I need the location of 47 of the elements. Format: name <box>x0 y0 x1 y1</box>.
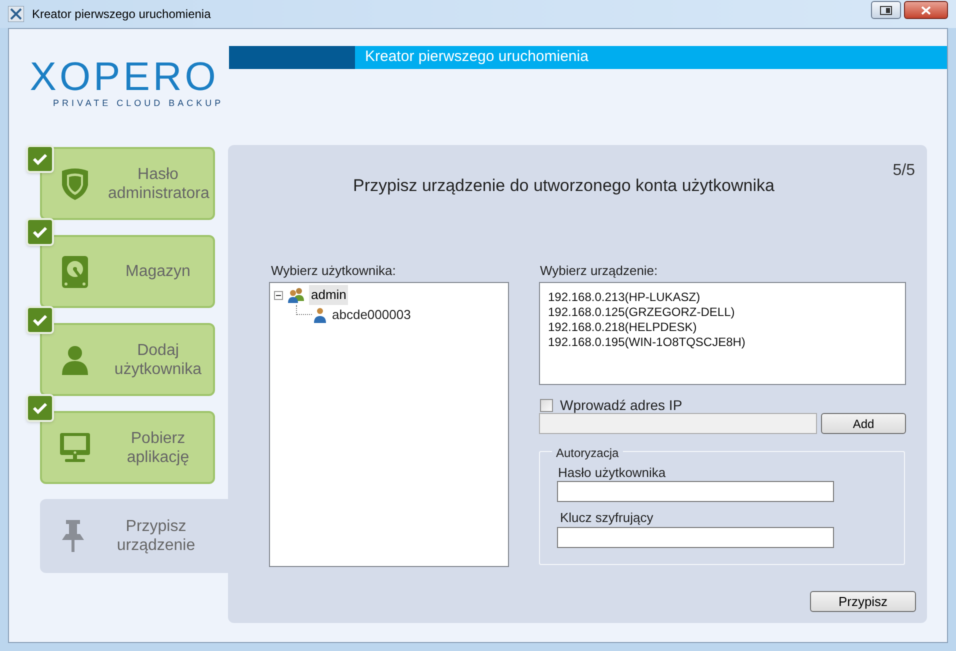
device-item[interactable]: 192.168.0.195(WIN-1O8TQSCJE8H) <box>548 335 746 350</box>
close-button[interactable] <box>904 1 948 19</box>
step-counter: 5/5 <box>892 161 915 181</box>
encryption-key-field[interactable] <box>557 527 834 548</box>
wizard-step[interactable]: Magazyn <box>40 235 215 308</box>
app-icon <box>8 6 24 22</box>
monitor-icon <box>60 432 90 462</box>
pushpin-icon <box>60 520 86 552</box>
logo-wordmark: XOPERO <box>30 57 219 97</box>
ip-input-field[interactable] <box>539 413 817 434</box>
step-label: Pobierz aplikację <box>126 428 190 466</box>
panel-heading: Przypisz urządzenie do utworzonego konta użytkownika <box>353 175 774 197</box>
devices-label: Wybierz urządzenie: <box>540 262 658 280</box>
wizard-step[interactable]: Pobierz aplikację <box>40 411 215 484</box>
step-label: Dodaj użytkownika <box>113 340 203 378</box>
wizard-step[interactable]: Dodaj użytkownika <box>40 323 215 396</box>
person-icon <box>62 344 88 374</box>
step-label: Przypisz urządzenie <box>116 517 196 555</box>
tree-item[interactable]: abcde000003 <box>330 305 413 325</box>
device-item[interactable]: 192.168.0.125(GRZEGORZ-DELL) <box>548 305 735 320</box>
device-item[interactable]: 192.168.0.218(HELPDESK) <box>548 320 697 335</box>
device-list[interactable]: 192.168.0.213(HP-LUKASZ) 192.168.0.125(GRZEGORZ-DELL) 192.168.0.218(HELPDESK) 192.168.0.195(WIN-1O8TQSCJE8H) <box>539 282 906 385</box>
add-button[interactable]: Add <box>821 413 906 434</box>
logo-tagline: PRIVATE CLOUD BACKUP <box>53 97 224 110</box>
checkbox[interactable] <box>540 399 553 412</box>
checkbox-label: Wprowadź adres IP <box>560 396 682 415</box>
users-icon <box>287 287 305 303</box>
step-label: Hasło administratora <box>108 164 208 202</box>
key-label: Klucz szyfrujący <box>560 509 654 527</box>
users-label: Wybierz użytkownika: <box>271 262 396 280</box>
restore-icon <box>880 6 892 14</box>
restore-button[interactable] <box>871 1 901 19</box>
header-title: Kreator pierwszego uruchomienia <box>365 47 588 68</box>
device-item[interactable]: 192.168.0.213(HP-LUKASZ) <box>548 290 700 305</box>
window-title: Kreator pierwszego uruchomienia <box>32 6 211 23</box>
collapse-icon[interactable] <box>274 290 283 300</box>
step-label: Magazyn <box>124 262 192 281</box>
assign-button[interactable]: Przypisz <box>810 591 916 612</box>
wizard-step[interactable]: Hasło administratora <box>40 147 215 220</box>
user-icon <box>314 307 326 323</box>
tree-item[interactable]: admin <box>309 285 348 305</box>
password-label: Hasło użytkownika <box>558 464 666 482</box>
wizard-step[interactable]: Przypisz urządzenie <box>40 499 229 573</box>
password-field[interactable] <box>557 481 834 502</box>
close-icon <box>921 6 931 14</box>
user-tree[interactable]: admin abcde000003 <box>269 282 509 567</box>
shield-icon <box>60 166 90 200</box>
